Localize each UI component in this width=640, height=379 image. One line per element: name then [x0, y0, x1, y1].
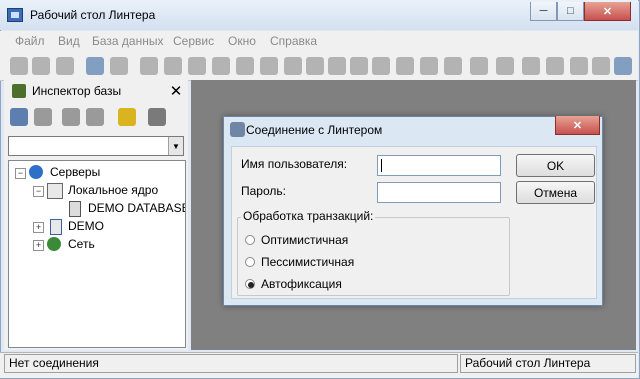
server-icon	[50, 219, 62, 235]
table-icon[interactable]	[140, 57, 158, 75]
stats-icon[interactable]	[570, 57, 588, 75]
tree-node-local-core[interactable]: Локальное ядро	[68, 183, 158, 197]
text-cursor	[381, 159, 382, 172]
radio-pessimistic[interactable]	[245, 257, 255, 267]
dialog-close-button[interactable]: ✕	[555, 116, 600, 135]
menu-database[interactable]: База данных	[92, 34, 163, 48]
menu-service[interactable]: Сервис	[173, 34, 214, 48]
open-icon[interactable]	[32, 57, 50, 75]
password-field[interactable]	[377, 182, 501, 203]
disconnect-icon[interactable]	[110, 57, 128, 75]
maximize-button[interactable]: □	[557, 2, 584, 21]
link-icon[interactable]	[396, 57, 414, 75]
index-icon[interactable]	[188, 57, 206, 75]
trigger-icon[interactable]	[260, 57, 278, 75]
collapse-icon[interactable]: −	[33, 186, 44, 197]
group-icon[interactable]	[328, 57, 346, 75]
tree-node-network[interactable]: Сеть	[68, 237, 95, 251]
collapse-icon[interactable]: −	[15, 168, 26, 179]
panel-close-icon[interactable]: ✕	[166, 81, 186, 101]
database-tree[interactable]: − Серверы − Локальное ядро DEMO DATABASE…	[8, 160, 186, 348]
query-icon[interactable]	[118, 108, 136, 126]
view-icon[interactable]	[164, 57, 182, 75]
tree-node-demo[interactable]: DEMO	[68, 219, 104, 233]
ok-button[interactable]: OK	[516, 154, 595, 177]
expand-icon[interactable]: +	[33, 222, 44, 233]
sequence-icon[interactable]	[212, 57, 230, 75]
expand-icon[interactable]: +	[33, 240, 44, 251]
tasks-icon[interactable]	[592, 57, 610, 75]
menu-help[interactable]: Справка	[270, 34, 317, 48]
username-label: Имя пользователя:	[241, 157, 348, 171]
connect-icon[interactable]	[10, 108, 28, 126]
new-icon[interactable]	[10, 57, 28, 75]
server-combo[interactable]	[8, 136, 184, 156]
radio-autocommit[interactable]	[245, 279, 255, 289]
database-icon	[69, 201, 81, 217]
radio-optimistic[interactable]	[245, 235, 255, 245]
window-title: Рабочий стол Линтера	[30, 8, 156, 22]
network-icon	[47, 237, 61, 251]
properties-icon[interactable]	[148, 108, 166, 126]
close-button[interactable]: ✕	[584, 2, 631, 21]
dialog-title: Соединение с Линтером	[246, 123, 383, 137]
device-icon[interactable]	[350, 57, 368, 75]
panel-title: Инспектор базы	[32, 84, 122, 98]
sql-icon[interactable]	[444, 57, 462, 75]
option-pessimistic-label[interactable]: Пессимистичная	[261, 255, 354, 269]
disconnect-icon[interactable]	[34, 108, 52, 126]
globe-icon	[29, 165, 43, 179]
dialog-icon	[230, 122, 245, 137]
schema-icon[interactable]	[420, 57, 438, 75]
refresh-icon[interactable]	[62, 108, 80, 126]
menu-window[interactable]: Окно	[228, 34, 256, 48]
server-icon	[47, 183, 63, 199]
procedure-icon[interactable]	[236, 57, 254, 75]
log-icon[interactable]	[522, 57, 540, 75]
monitor-icon[interactable]	[546, 57, 564, 75]
app-icon	[7, 8, 23, 22]
save-icon[interactable]	[56, 57, 74, 75]
option-optimistic-label[interactable]: Оптимистичная	[261, 233, 348, 247]
connection-status: Нет соединения	[4, 354, 458, 373]
transaction-group-label: Обработка транзакций:	[241, 209, 376, 223]
tree-node-servers[interactable]: Серверы	[50, 165, 100, 179]
export-icon[interactable]	[470, 57, 488, 75]
status-app-name: Рабочий стол Линтера	[460, 354, 636, 373]
option-autocommit-label[interactable]: Автофиксация	[261, 277, 342, 291]
filter-icon[interactable]	[86, 108, 104, 126]
level-icon[interactable]	[372, 57, 390, 75]
cancel-button[interactable]: Отмена	[516, 181, 595, 204]
connect-icon[interactable]	[86, 57, 104, 75]
combo-arrow-icon[interactable]: ▼	[168, 137, 183, 155]
role-icon[interactable]	[306, 57, 324, 75]
menu-view[interactable]: Вид	[58, 34, 80, 48]
tree-node-demo-database[interactable]: DEMO DATABASE	[88, 201, 185, 215]
user-icon[interactable]	[284, 57, 302, 75]
username-field[interactable]	[377, 155, 501, 176]
import-icon[interactable]	[496, 57, 514, 75]
inspector-icon	[12, 84, 26, 98]
tools-icon[interactable]	[614, 57, 632, 75]
password-label: Пароль:	[241, 184, 286, 198]
menu-file[interactable]: Файл	[15, 34, 45, 48]
minimize-button[interactable]: ─	[530, 2, 557, 21]
